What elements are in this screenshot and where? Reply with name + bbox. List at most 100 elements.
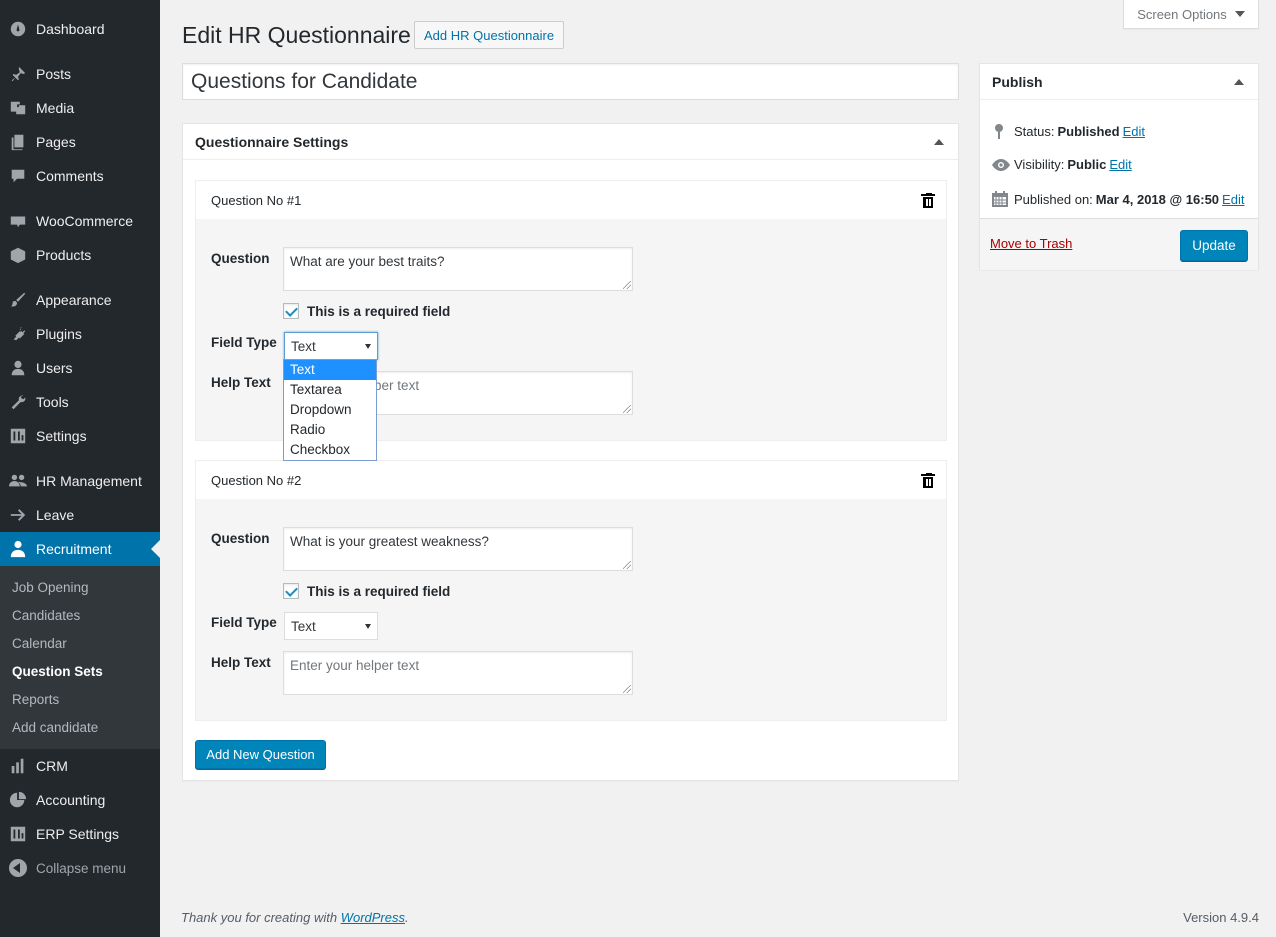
screen-options-button[interactable]: Screen Options <box>1123 0 1259 29</box>
submenu-add-candidate[interactable]: Add candidate <box>12 720 98 735</box>
settings-sliders-icon <box>0 427 36 445</box>
help-text-textarea[interactable]: Enter your helper text <box>283 651 633 695</box>
field-type-label: Field Type <box>211 335 277 350</box>
visibility-row: Visibility: Public Edit <box>992 157 1132 172</box>
admin-menu: Dashboard Posts Media Pages Comments Woo… <box>0 0 160 937</box>
menu-item-leave[interactable]: Leave <box>0 498 160 532</box>
wordpress-link[interactable]: WordPress <box>341 910 405 925</box>
submenu-calendar[interactable]: Calendar <box>12 636 67 651</box>
box-icon <box>0 246 36 264</box>
menu-label: Posts <box>36 66 72 82</box>
submenu-question-sets[interactable]: Question Sets <box>12 664 103 679</box>
pin-icon <box>992 123 1014 139</box>
question-label: Question <box>211 531 270 546</box>
menu-item-comments[interactable]: Comments <box>0 159 160 193</box>
collapse-menu-label: Collapse menu <box>36 860 127 876</box>
submenu-candidates[interactable]: Candidates <box>12 608 80 623</box>
collapse-arrow-icon[interactable] <box>934 139 944 145</box>
menu-item-appearance[interactable]: Appearance <box>0 283 160 317</box>
pages-icon <box>0 133 36 151</box>
field-type-value: Text <box>291 618 316 634</box>
menu-item-products[interactable]: Products <box>0 238 160 272</box>
trash-icon[interactable] <box>921 193 935 208</box>
dropdown-arrow-icon <box>365 344 371 349</box>
menu-item-plugins[interactable]: Plugins <box>0 317 160 351</box>
question-textarea[interactable]: What is your greatest weakness? <box>283 527 633 571</box>
menu-item-hr-management[interactable]: HR Management <box>0 464 160 498</box>
post-title-input[interactable]: Questions for Candidate <box>182 63 959 100</box>
question-header: Question No #2 <box>196 461 946 499</box>
trash-icon[interactable] <box>921 473 935 488</box>
menu-label: Users <box>36 360 73 376</box>
option-dropdown[interactable]: Dropdown <box>284 400 376 420</box>
menu-item-erp-settings[interactable]: ERP Settings <box>0 817 160 851</box>
footer-version: Version 4.9.4 <box>1183 910 1259 925</box>
menu-item-woocommerce[interactable]: WooCommerce <box>0 204 160 238</box>
questionnaire-settings-header[interactable]: Questionnaire Settings <box>183 124 958 160</box>
required-checkbox-row[interactable]: This is a required field <box>283 583 450 599</box>
field-type-dropdown-list: Text Textarea Dropdown Radio Checkbox <box>283 359 377 461</box>
move-to-trash-link[interactable]: Move to Trash <box>990 236 1072 251</box>
option-textarea[interactable]: Textarea <box>284 380 376 400</box>
user-icon <box>0 359 36 377</box>
footer-thanks-text: Thank you for creating with <box>181 910 341 925</box>
status-value: Published <box>1057 123 1120 139</box>
bar-chart-icon <box>0 757 36 775</box>
publish-title: Publish <box>992 73 1043 90</box>
menu-item-pages[interactable]: Pages <box>0 125 160 159</box>
published-on-edit-link[interactable]: Edit <box>1222 192 1244 207</box>
help-text-label: Help Text <box>211 655 271 670</box>
menu-item-users[interactable]: Users <box>0 351 160 385</box>
required-checkbox-row[interactable]: This is a required field <box>283 303 450 319</box>
menu-label: HR Management <box>36 473 142 489</box>
settings-sliders-icon <box>0 825 36 843</box>
collapse-menu-button[interactable]: Collapse menu <box>0 851 160 885</box>
menu-item-accounting[interactable]: Accounting <box>0 783 160 817</box>
option-radio[interactable]: Radio <box>284 420 376 440</box>
footer-thanks-suffix: . <box>405 910 409 925</box>
people-icon <box>0 472 36 490</box>
visibility-label: Visibility: <box>1014 157 1065 172</box>
update-button[interactable]: Update <box>1180 230 1248 261</box>
page-title: Edit HR Questionnaire <box>182 22 411 48</box>
menu-item-media[interactable]: Media <box>0 91 160 125</box>
field-type-select[interactable]: Text <box>284 332 378 360</box>
add-new-question-button[interactable]: Add New Question <box>195 740 326 769</box>
menu-item-tools[interactable]: Tools <box>0 385 160 419</box>
publish-header[interactable]: Publish <box>980 64 1258 100</box>
option-text[interactable]: Text <box>284 360 376 380</box>
question-textarea[interactable]: What are your best traits? <box>283 247 633 291</box>
published-on-row: Published on: Mar 4, 2018 @ 16:50 Edit <box>992 191 1244 207</box>
media-icon <box>0 99 36 117</box>
woocommerce-icon <box>0 212 36 230</box>
submenu-job-opening[interactable]: Job Opening <box>12 580 89 595</box>
menu-label: Recruitment <box>36 541 112 557</box>
required-checkbox[interactable] <box>283 303 299 319</box>
status-label: Status: <box>1014 123 1055 139</box>
menu-label: ERP Settings <box>36 826 120 842</box>
menu-item-dashboard[interactable]: Dashboard <box>0 12 160 46</box>
pushpin-icon <box>0 65 36 83</box>
collapse-arrow-icon[interactable] <box>1234 79 1244 85</box>
menu-item-recruitment[interactable]: Recruitment <box>0 532 160 566</box>
wrench-icon <box>0 393 36 411</box>
status-edit-link[interactable]: Edit <box>1123 124 1145 139</box>
visibility-value: Public <box>1067 157 1107 172</box>
menu-label: Comments <box>36 168 104 184</box>
add-hr-questionnaire-button[interactable]: Add HR Questionnaire <box>414 21 565 49</box>
menu-label: Tools <box>36 394 69 410</box>
comment-icon <box>0 167 36 185</box>
publish-actions: Move to Trash Update <box>980 218 1258 270</box>
chevron-down-icon <box>1234 11 1245 17</box>
visibility-edit-link[interactable]: Edit <box>1109 157 1131 172</box>
submenu-reports[interactable]: Reports <box>12 692 59 707</box>
option-checkbox[interactable]: Checkbox <box>284 440 376 460</box>
menu-item-posts[interactable]: Posts <box>0 57 160 91</box>
field-type-value: Text <box>291 338 316 354</box>
field-type-select[interactable]: Text <box>284 612 378 640</box>
menu-item-settings[interactable]: Settings <box>0 419 160 453</box>
required-checkbox[interactable] <box>283 583 299 599</box>
questionnaire-settings-title: Questionnaire Settings <box>195 133 349 150</box>
menu-item-crm[interactable]: CRM <box>0 749 160 783</box>
eye-icon <box>992 158 1014 171</box>
